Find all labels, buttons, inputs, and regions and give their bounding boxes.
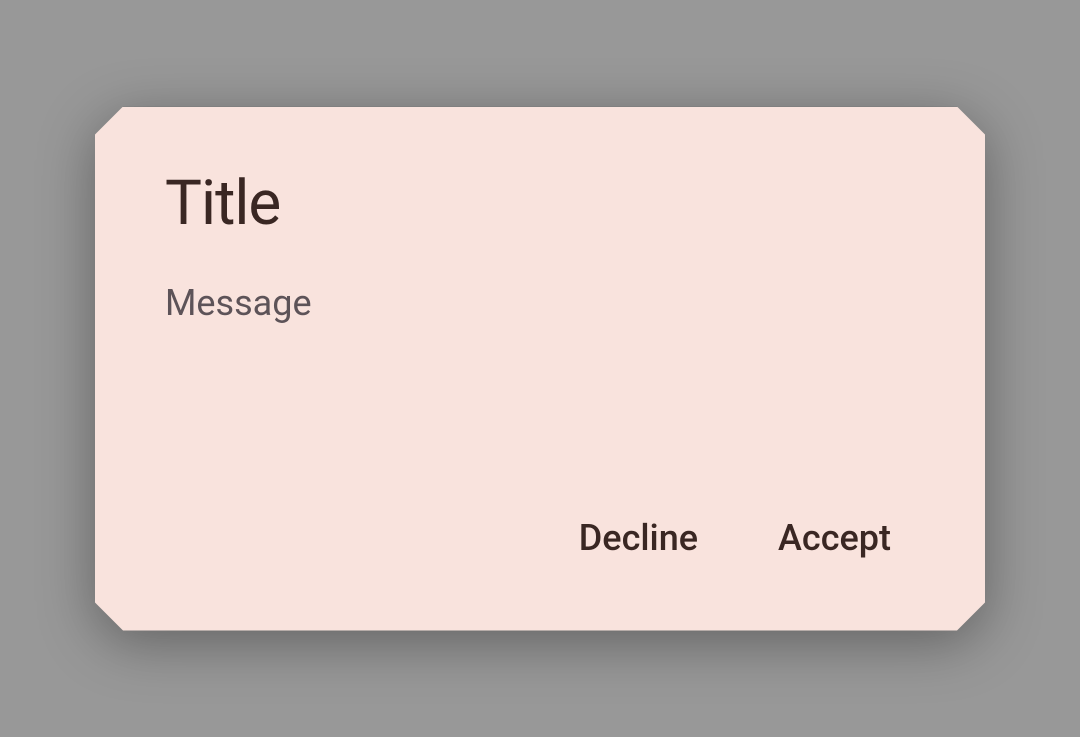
dialog: Title Message Decline Accept [95, 107, 985, 631]
accept-button[interactable]: Accept [774, 509, 895, 567]
dialog-title: Title [165, 167, 915, 240]
dialog-shadow-wrapper: Title Message Decline Accept [95, 107, 985, 631]
dialog-message: Message [165, 282, 915, 324]
decline-button[interactable]: Decline [575, 509, 702, 567]
dialog-content: Title Message [95, 107, 985, 509]
dialog-actions: Decline Accept [95, 509, 985, 631]
